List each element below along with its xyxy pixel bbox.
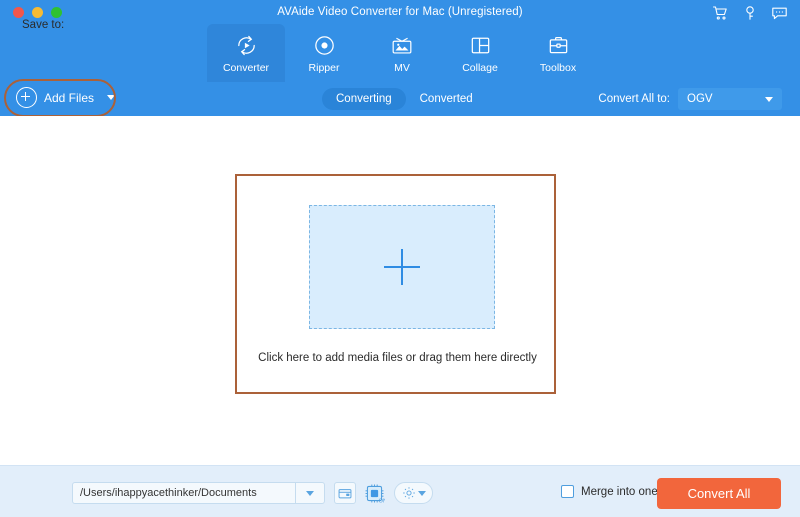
drop-zone-hint: Click here to add media files or drag th… bbox=[258, 352, 537, 364]
toolbox-icon bbox=[546, 32, 571, 59]
convert-all-button[interactable]: Convert All bbox=[657, 478, 781, 509]
mv-icon bbox=[389, 32, 415, 59]
window-title: AVAide Video Converter for Mac (Unregist… bbox=[277, 6, 523, 18]
plus-circle-icon bbox=[16, 87, 37, 108]
nav-tab-collage[interactable]: Collage bbox=[441, 24, 519, 82]
app-header: Converter Ripper MV Collage Toolbox bbox=[0, 24, 800, 82]
nav-tab-toolbox-label: Toolbox bbox=[539, 61, 577, 74]
save-path-field[interactable]: /Users/ihappyacethinker/Documents bbox=[72, 482, 325, 504]
application-window: AVAide Video Converter for Mac (Unregist… bbox=[0, 0, 800, 517]
chevron-down-icon[interactable] bbox=[107, 95, 116, 100]
add-files-label: Add Files bbox=[44, 90, 95, 105]
gear-icon bbox=[402, 487, 415, 499]
ripper-icon bbox=[312, 32, 337, 59]
drop-zone-dashed-area[interactable] bbox=[309, 205, 495, 329]
tab-converting[interactable]: Converting bbox=[322, 88, 406, 110]
gpu-state-label: ON bbox=[378, 498, 384, 504]
toolbar: Add Files Converting Converted Convert A… bbox=[0, 82, 800, 116]
title-bar: AVAide Video Converter for Mac (Unregist… bbox=[0, 0, 800, 24]
save-to-label: Save to: bbox=[22, 19, 65, 31]
converter-icon bbox=[234, 32, 259, 59]
save-path-value[interactable]: /Users/ihappyacethinker/Documents bbox=[73, 487, 295, 499]
chevron-down-icon bbox=[417, 490, 426, 496]
key-icon[interactable] bbox=[741, 4, 758, 21]
nav-tab-ripper[interactable]: Ripper bbox=[285, 24, 363, 82]
preferences-button[interactable] bbox=[394, 482, 433, 504]
status-tabs: Converting Converted bbox=[322, 88, 487, 110]
title-bar-actions bbox=[711, 4, 788, 21]
chevron-down-icon bbox=[306, 490, 314, 496]
nav-tab-converter[interactable]: Converter bbox=[207, 24, 285, 82]
collage-icon bbox=[468, 32, 493, 59]
checkbox-input[interactable] bbox=[561, 485, 574, 498]
convert-all-to-group: Convert All to: OGV bbox=[598, 88, 782, 110]
main-navigation: Converter Ripper MV Collage Toolbox bbox=[207, 24, 597, 82]
nav-tab-converter-label: Converter bbox=[222, 61, 270, 74]
chevron-down-icon bbox=[765, 96, 773, 102]
browse-folder-button[interactable] bbox=[334, 482, 356, 504]
drop-zone[interactable]: Click here to add media files or drag th… bbox=[235, 174, 556, 394]
output-format-select[interactable]: OGV bbox=[678, 88, 782, 110]
save-path-dropdown[interactable] bbox=[295, 483, 324, 503]
plus-icon bbox=[384, 249, 420, 285]
nav-tab-collage-label: Collage bbox=[462, 61, 498, 74]
feedback-icon[interactable] bbox=[771, 4, 788, 21]
nav-tab-ripper-label: Ripper bbox=[308, 61, 340, 74]
convert-all-to-label: Convert All to: bbox=[598, 93, 670, 105]
add-files-button[interactable]: Add Files bbox=[16, 87, 116, 108]
cart-icon[interactable] bbox=[711, 4, 728, 21]
tab-converted[interactable]: Converted bbox=[406, 88, 487, 110]
gpu-acceleration-button[interactable]: ON bbox=[363, 482, 385, 504]
output-format-value: OGV bbox=[687, 93, 713, 105]
nav-tab-mv[interactable]: MV bbox=[363, 24, 441, 82]
nav-tab-mv-label: MV bbox=[394, 61, 410, 74]
main-content: Click here to add media files or drag th… bbox=[0, 116, 800, 465]
nav-tab-toolbox[interactable]: Toolbox bbox=[519, 24, 597, 82]
